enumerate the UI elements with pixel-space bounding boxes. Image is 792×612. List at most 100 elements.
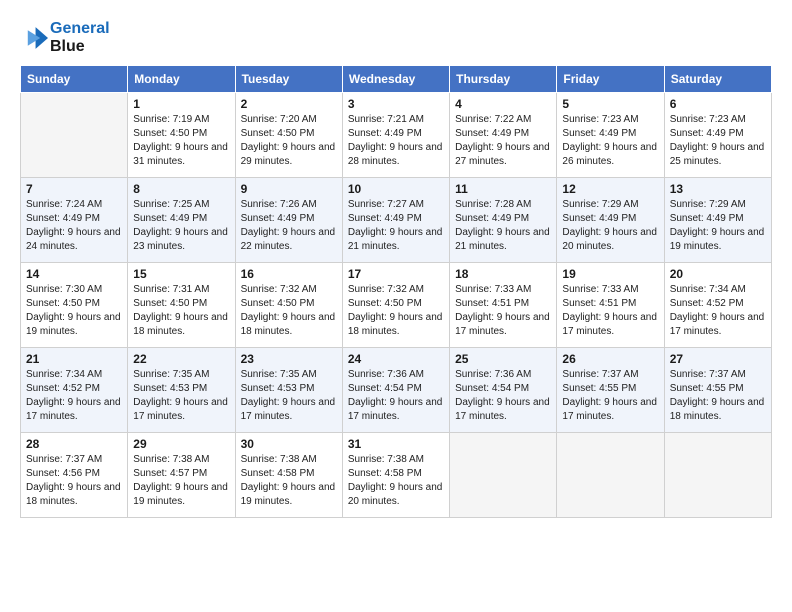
day-info: Sunrise: 7:35 AMSunset: 4:53 PMDaylight:… xyxy=(133,368,229,424)
daylight-label: Daylight: 9 hours and 25 minutes. xyxy=(670,142,765,167)
calendar-week-2: 7 Sunrise: 7:24 AM Sunset: 4:49 PM Daylight… xyxy=(21,178,772,263)
sunrise-label: Sunrise: 7:38 AM xyxy=(133,454,209,465)
sunset-label: Sunset: 4:50 PM xyxy=(26,298,100,309)
day-info: Sunrise: 7:19 AM Sunset: 4:50 PM Daylight:… xyxy=(133,113,229,169)
calendar-cell: 15Sunrise: 7:31 AMSunset: 4:50 PMDayligh… xyxy=(128,263,235,348)
sunrise-label: Sunrise: 7:37 AM xyxy=(562,369,638,380)
day-header-thursday: Thursday xyxy=(450,66,557,93)
sunset-label: Sunset: 4:55 PM xyxy=(670,383,744,394)
calendar-cell: 3Sunrise: 7:21 AMSunset: 4:49 PMDaylight… xyxy=(342,93,449,178)
calendar-cell: 2Sunrise: 7:20 AMSunset: 4:50 PMDaylight… xyxy=(235,93,342,178)
day-number: 23 xyxy=(241,352,337,366)
calendar-cell: 27Sunrise: 7:37 AMSunset: 4:55 PMDayligh… xyxy=(664,348,771,433)
daylight-label: Daylight: 9 hours and 24 minutes. xyxy=(26,227,121,252)
sunset-label: Sunset: 4:50 PM xyxy=(133,128,207,139)
day-number: 21 xyxy=(26,352,122,366)
day-number: 24 xyxy=(348,352,444,366)
day-number: 31 xyxy=(348,437,444,451)
sunrise-label: Sunrise: 7:38 AM xyxy=(348,454,424,465)
daylight-label: Daylight: 9 hours and 29 minutes. xyxy=(241,142,336,167)
day-number: 18 xyxy=(455,267,551,281)
calendar-cell: 10Sunrise: 7:27 AMSunset: 4:49 PMDayligh… xyxy=(342,178,449,263)
daylight-label: Daylight: 9 hours and 19 minutes. xyxy=(241,482,336,507)
daylight-label: Daylight: 9 hours and 27 minutes. xyxy=(455,142,550,167)
sunset-label: Sunset: 4:54 PM xyxy=(455,383,529,394)
day-number: 20 xyxy=(670,267,766,281)
day-info: Sunrise: 7:38 AMSunset: 4:57 PMDaylight:… xyxy=(133,453,229,509)
day-info: Sunrise: 7:37 AMSunset: 4:55 PMDaylight:… xyxy=(670,368,766,424)
sunrise-label: Sunrise: 7:19 AM xyxy=(133,114,209,125)
day-info: Sunrise: 7:38 AMSunset: 4:58 PMDaylight:… xyxy=(241,453,337,509)
daylight-label: Daylight: 9 hours and 17 minutes. xyxy=(670,312,765,337)
day-number: 30 xyxy=(241,437,337,451)
day-info: Sunrise: 7:29 AMSunset: 4:49 PMDaylight:… xyxy=(670,198,766,254)
sunrise-label: Sunrise: 7:37 AM xyxy=(26,454,102,465)
sunset-label: Sunset: 4:54 PM xyxy=(348,383,422,394)
sunrise-label: Sunrise: 7:34 AM xyxy=(670,284,746,295)
calendar-cell: 28Sunrise: 7:37 AMSunset: 4:56 PMDayligh… xyxy=(21,433,128,518)
calendar-cell: 23 Sunrise: 7:35 AM Sunset: 4:53 PM Dayligh… xyxy=(235,348,342,433)
calendar-cell: 25Sunrise: 7:36 AMSunset: 4:54 PMDayligh… xyxy=(450,348,557,433)
daylight-label: Daylight: 9 hours and 17 minutes. xyxy=(562,312,657,337)
sunrise-label: Sunrise: 7:27 AM xyxy=(348,199,424,210)
sunset-label: Sunset: 4:51 PM xyxy=(562,298,636,309)
calendar-week-1: 1 Sunrise: 7:19 AM Sunset: 4:50 PM Daylight… xyxy=(21,93,772,178)
day-info: Sunrise: 7:30 AMSunset: 4:50 PMDaylight:… xyxy=(26,283,122,339)
calendar-cell: 5Sunrise: 7:23 AMSunset: 4:49 PMDaylight… xyxy=(557,93,664,178)
day-number: 7 xyxy=(26,182,122,196)
sunrise-label: Sunrise: 7:26 AM xyxy=(241,199,317,210)
calendar-cell: 14Sunrise: 7:30 AMSunset: 4:50 PMDayligh… xyxy=(21,263,128,348)
calendar-cell: 19Sunrise: 7:33 AMSunset: 4:51 PMDayligh… xyxy=(557,263,664,348)
daylight-label: Daylight: 9 hours and 17 minutes. xyxy=(348,397,443,422)
calendar-week-3: 14 Sunrise: 7:30 AM Sunset: 4:50 PM Dayligh… xyxy=(21,263,772,348)
day-number: 12 xyxy=(562,182,658,196)
daylight-label: Daylight: 9 hours and 18 minutes. xyxy=(26,482,121,507)
sunset-label: Sunset: 4:49 PM xyxy=(670,213,744,224)
day-header-sunday: Sunday xyxy=(21,66,128,93)
day-number: 1 xyxy=(133,97,229,111)
daylight-label: Daylight: 9 hours and 17 minutes. xyxy=(455,397,550,422)
sunset-label: Sunset: 4:50 PM xyxy=(241,128,315,139)
day-info: Sunrise: 7:22 AMSunset: 4:49 PMDaylight:… xyxy=(455,113,551,169)
daylight-label: Daylight: 9 hours and 20 minutes. xyxy=(562,227,657,252)
calendar-cell: 31Sunrise: 7:38 AMSunset: 4:58 PMDayligh… xyxy=(342,433,449,518)
day-info: Sunrise: 7:33 AM Sunset: 4:51 PM Daylight:… xyxy=(562,283,658,339)
sunset-label: Sunset: 4:49 PM xyxy=(455,213,529,224)
logo: General Blue xyxy=(20,20,110,55)
day-number: 10 xyxy=(348,182,444,196)
day-info: Sunrise: 7:33 AMSunset: 4:51 PMDaylight:… xyxy=(455,283,551,339)
day-number: 3 xyxy=(348,97,444,111)
sunset-label: Sunset: 4:53 PM xyxy=(241,383,315,394)
sunset-label: Sunset: 4:50 PM xyxy=(241,298,315,309)
daylight-label: Daylight: 9 hours and 18 minutes. xyxy=(133,312,228,337)
daylight-label: Daylight: 9 hours and 17 minutes. xyxy=(455,312,550,337)
sunrise-label: Sunrise: 7:37 AM xyxy=(670,369,746,380)
day-info: Sunrise: 7:34 AMSunset: 4:52 PMDaylight:… xyxy=(670,283,766,339)
sunrise-label: Sunrise: 7:33 AM xyxy=(562,284,638,295)
day-info: Sunrise: 7:35 AM Sunset: 4:53 PM Daylight:… xyxy=(241,368,337,424)
sunrise-label: Sunrise: 7:30 AM xyxy=(26,284,102,295)
daylight-label: Daylight: 9 hours and 17 minutes. xyxy=(562,397,657,422)
day-header-saturday: Saturday xyxy=(664,66,771,93)
day-number: 14 xyxy=(26,267,122,281)
daylight-label: Daylight: 9 hours and 20 minutes. xyxy=(348,482,443,507)
day-info: Sunrise: 7:36 AMSunset: 4:54 PMDaylight:… xyxy=(455,368,551,424)
sunset-label: Sunset: 4:49 PM xyxy=(348,128,422,139)
day-number: 13 xyxy=(670,182,766,196)
calendar-cell xyxy=(664,433,771,518)
daylight-label: Daylight: 9 hours and 17 minutes. xyxy=(241,397,336,422)
day-number: 16 xyxy=(241,267,337,281)
sunrise-label: Sunrise: 7:24 AM xyxy=(26,199,102,210)
day-number: 29 xyxy=(133,437,229,451)
sunset-label: Sunset: 4:49 PM xyxy=(670,128,744,139)
sunrise-label: Sunrise: 7:21 AM xyxy=(348,114,424,125)
day-info: Sunrise: 7:28 AMSunset: 4:49 PMDaylight:… xyxy=(455,198,551,254)
calendar-cell: 30 Sunrise: 7:38 AMSunset: 4:58 PMDayligh… xyxy=(235,433,342,518)
daylight-label: Daylight: 9 hours and 17 minutes. xyxy=(26,397,121,422)
daylight-label: Daylight: 9 hours and 31 minutes. xyxy=(133,142,228,167)
sunrise-label: Sunrise: 7:35 AM xyxy=(241,369,317,380)
day-number: 15 xyxy=(133,267,229,281)
calendar-week-5: 28Sunrise: 7:37 AMSunset: 4:56 PMDayligh… xyxy=(21,433,772,518)
sunrise-label: Sunrise: 7:23 AM xyxy=(562,114,638,125)
sunrise-label: Sunrise: 7:35 AM xyxy=(133,369,209,380)
